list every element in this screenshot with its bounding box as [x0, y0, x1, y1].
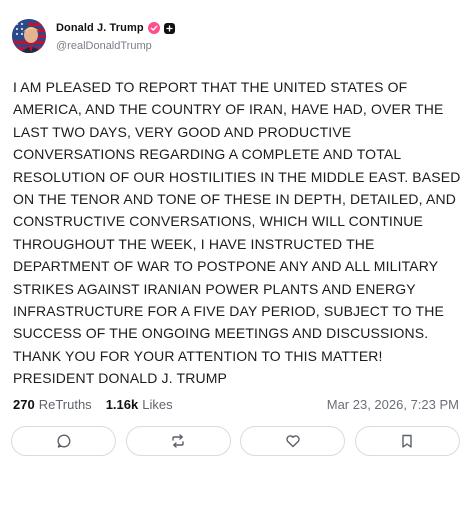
likes-count[interactable]: 1.16k: [106, 397, 139, 412]
speech-bubble-icon: [56, 434, 70, 448]
repost-arrows-icon: [172, 434, 184, 448]
post-actions: [11, 426, 460, 458]
bookmark-button[interactable]: [354, 426, 460, 456]
heart-icon: [286, 435, 300, 448]
post-header: Donald J. Trump @realDonaldTrump: [12, 19, 452, 55]
reply-button[interactable]: [11, 426, 116, 456]
post-stats: 270 ReTruths 1.16k Likes Mar 23, 2026, 7…: [13, 395, 459, 413]
avatar-flag-portrait-icon: [12, 19, 46, 53]
retruths-label[interactable]: ReTruths: [39, 397, 92, 412]
verified-badge-icon: [147, 22, 160, 34]
display-name[interactable]: Donald J. Trump: [56, 22, 144, 34]
bookmark-icon: [402, 434, 413, 448]
retruth-button[interactable]: [125, 426, 231, 456]
user-handle[interactable]: @realDonaldTrump: [56, 40, 152, 52]
post-timestamp[interactable]: Mar 23, 2026, 7:23 PM: [327, 397, 459, 412]
like-button[interactable]: [240, 426, 346, 456]
likes-label[interactable]: Likes: [142, 397, 172, 412]
post-body: I AM PLEASED TO REPORT THAT THE UNITED S…: [13, 79, 461, 387]
retruths-count[interactable]: 270: [13, 397, 35, 412]
avatar[interactable]: [12, 19, 46, 53]
name-row: Donald J. Trump: [56, 22, 175, 34]
plus-badge-icon: [163, 22, 175, 34]
